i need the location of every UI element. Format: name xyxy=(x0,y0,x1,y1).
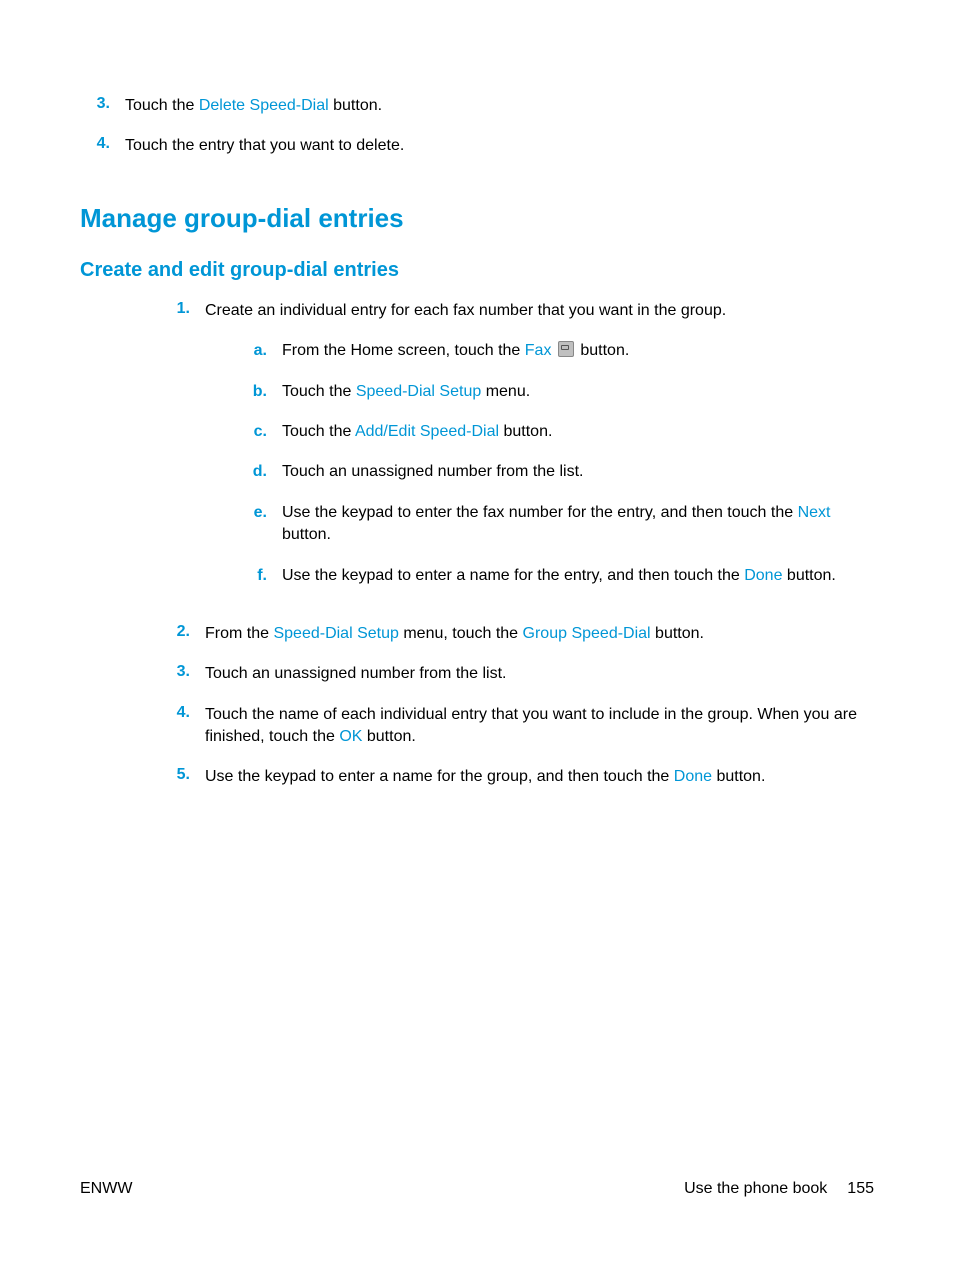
footer-right: Use the phone book 155 xyxy=(684,1180,874,1198)
list-marker: 5. xyxy=(160,766,205,788)
list-item: 4. Touch the entry that you want to dele… xyxy=(80,135,874,157)
heading-manage-group-dial: Manage group-dial entries xyxy=(80,203,874,234)
list-item: 5. Use the keypad to enter a name for th… xyxy=(160,766,874,788)
ui-reference: Speed-Dial Setup xyxy=(356,383,481,400)
ui-reference: Delete Speed-Dial xyxy=(199,97,329,114)
list-text: Touch an unassigned number from the list… xyxy=(282,461,874,483)
list-item: 3. Touch an unassigned number from the l… xyxy=(160,663,874,685)
list-marker: a. xyxy=(237,340,282,362)
sub-ordered-list: a. From the Home screen, touch the Fax b… xyxy=(205,340,874,587)
fax-icon xyxy=(558,341,574,357)
list-marker: d. xyxy=(237,461,282,483)
list-marker: c. xyxy=(237,421,282,443)
top-ordered-list: 3. Touch the Delete Speed-Dial button. 4… xyxy=(80,95,874,158)
list-marker: f. xyxy=(237,565,282,587)
list-text: Use the keypad to enter the fax number f… xyxy=(282,502,874,547)
list-text: From the Home screen, touch the Fax butt… xyxy=(282,340,874,362)
list-text: Touch the Add/Edit Speed-Dial button. xyxy=(282,421,874,443)
list-marker: e. xyxy=(237,502,282,547)
list-text: Use the keypad to enter a name for the e… xyxy=(282,565,874,587)
ui-reference: Next xyxy=(798,504,831,521)
ui-reference: Group Speed-Dial xyxy=(523,625,651,642)
ui-reference: Done xyxy=(744,567,782,584)
list-marker: 3. xyxy=(160,663,205,685)
list-text: Touch an unassigned number from the list… xyxy=(205,663,874,685)
list-text: Touch the Delete Speed-Dial button. xyxy=(125,95,874,117)
ui-reference: Add/Edit Speed-Dial xyxy=(355,423,499,440)
list-item: b. Touch the Speed-Dial Setup menu. xyxy=(237,381,874,403)
footer-section: Use the phone book xyxy=(684,1180,827,1197)
list-text: Use the keypad to enter a name for the g… xyxy=(205,766,874,788)
list-marker: 4. xyxy=(80,135,125,157)
ui-reference: OK xyxy=(339,728,362,745)
document-page: 3. Touch the Delete Speed-Dial button. 4… xyxy=(0,0,954,1270)
ui-reference: Fax xyxy=(525,342,552,359)
list-item: 2. From the Speed-Dial Setup menu, touch… xyxy=(160,623,874,645)
list-marker: 3. xyxy=(80,95,125,117)
list-text: Touch the name of each individual entry … xyxy=(205,704,874,749)
list-item: e. Use the keypad to enter the fax numbe… xyxy=(237,502,874,547)
page-number: 155 xyxy=(847,1180,874,1197)
heading-create-edit-group-dial: Create and edit group-dial entries xyxy=(80,259,874,282)
list-item: 1. Create an individual entry for each f… xyxy=(160,300,874,605)
list-item: f. Use the keypad to enter a name for th… xyxy=(237,565,874,587)
list-marker: 4. xyxy=(160,704,205,749)
list-text: Touch the Speed-Dial Setup menu. xyxy=(282,381,874,403)
list-marker: b. xyxy=(237,381,282,403)
list-text: Touch the entry that you want to delete. xyxy=(125,135,874,157)
list-text: From the Speed-Dial Setup menu, touch th… xyxy=(205,623,874,645)
list-item: 4. Touch the name of each individual ent… xyxy=(160,704,874,749)
page-footer: ENWW Use the phone book 155 xyxy=(80,1180,874,1198)
footer-left: ENWW xyxy=(80,1180,132,1198)
list-marker: 1. xyxy=(160,300,205,605)
main-ordered-list: 1. Create an individual entry for each f… xyxy=(80,300,874,789)
list-marker: 2. xyxy=(160,623,205,645)
list-item: d. Touch an unassigned number from the l… xyxy=(237,461,874,483)
ui-reference: Speed-Dial Setup xyxy=(273,625,398,642)
list-item: 3. Touch the Delete Speed-Dial button. xyxy=(80,95,874,117)
list-text: Create an individual entry for each fax … xyxy=(205,300,874,605)
list-item: c. Touch the Add/Edit Speed-Dial button. xyxy=(237,421,874,443)
list-item: a. From the Home screen, touch the Fax b… xyxy=(237,340,874,362)
ui-reference: Done xyxy=(674,768,712,785)
